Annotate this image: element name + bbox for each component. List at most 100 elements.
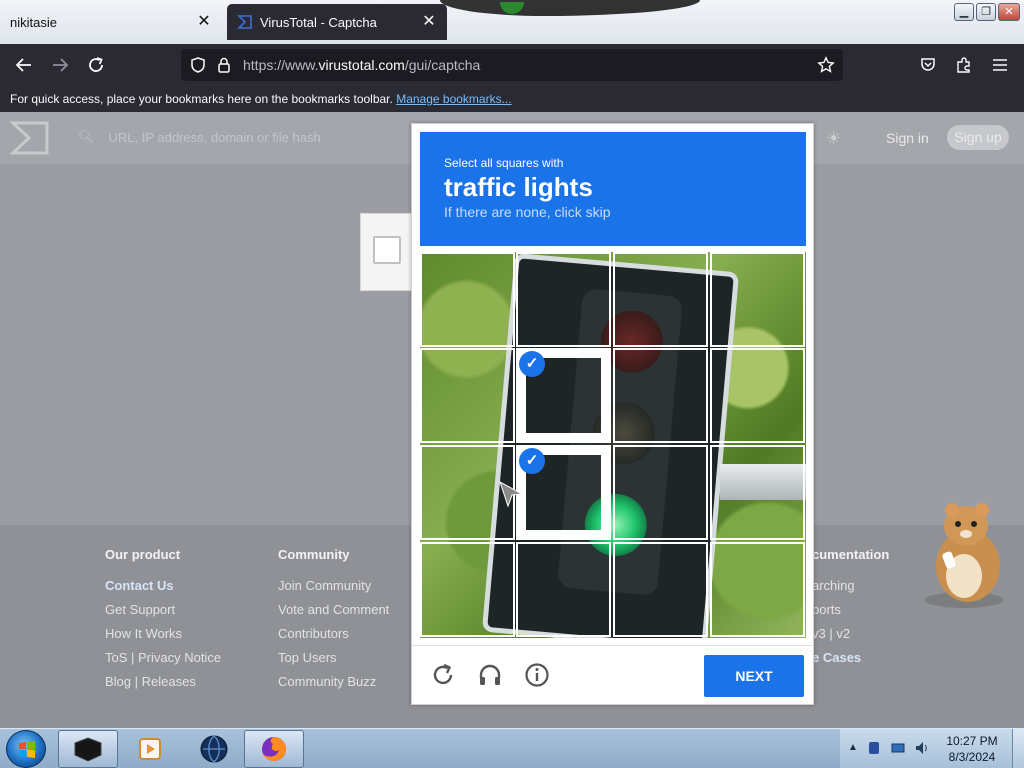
- headphones-icon[interactable]: [477, 662, 503, 688]
- restore-window-icon[interactable]: ❐: [976, 3, 996, 21]
- captcha-tile-15[interactable]: [613, 542, 708, 637]
- footer-link[interactable]: Join Community: [278, 578, 389, 595]
- captcha-tile-11[interactable]: [613, 445, 708, 540]
- tab-title: nikitasie: [10, 14, 57, 30]
- taskbar-app-cmd[interactable]: [58, 730, 118, 768]
- captcha-tile-16[interactable]: [710, 542, 805, 637]
- info-icon[interactable]: [524, 662, 550, 688]
- windows-taskbar: ▲ 10:27 PM 8/3/2024: [0, 728, 1024, 768]
- bookmarks-message: For quick access, place your bookmarks h…: [10, 92, 393, 106]
- taskbar-app-firefox[interactable]: [244, 730, 304, 768]
- footer-link[interactable]: Contributors: [278, 626, 389, 643]
- volume-icon[interactable]: [914, 740, 930, 756]
- footer-link[interactable]: Blog | Releases: [105, 674, 221, 691]
- captcha-tile-3[interactable]: [613, 252, 708, 347]
- captcha-target: traffic lights: [444, 172, 593, 202]
- captcha-tile-12[interactable]: [710, 445, 805, 540]
- network-icon[interactable]: [890, 740, 906, 756]
- browser-navigation-bar: https://www.virustotal.com/gui/captcha: [0, 44, 1024, 86]
- captcha-instruction: Select all squares with: [444, 156, 564, 170]
- show-hidden-icons-icon[interactable]: ▲: [848, 742, 858, 753]
- browser-tab-bar: nikitasie ✕ VirusTotal - Captcha ✕ ▁ ❐ ✕: [0, 0, 1024, 44]
- captcha-tile-13[interactable]: [420, 542, 515, 637]
- captcha-header: Select all squares with traffic lights I…: [420, 132, 806, 246]
- url-scheme: https://www.: [243, 57, 319, 73]
- close-tab-icon[interactable]: ✕: [196, 14, 212, 30]
- close-window-icon[interactable]: ✕: [998, 3, 1020, 21]
- url-text: https://www.virustotal.com/gui/captcha: [243, 57, 480, 73]
- sign-up-button[interactable]: Sign up: [947, 125, 1009, 150]
- footer-link[interactable]: e Cases: [812, 650, 889, 667]
- tab-virustotal-captcha[interactable]: VirusTotal - Captcha ✕: [227, 4, 447, 40]
- captcha-dialog: Select all squares with traffic lights I…: [411, 123, 814, 705]
- back-arrow-icon[interactable]: [10, 52, 38, 78]
- window-controls: ▁ ❐ ✕: [954, 3, 1020, 21]
- address-bar[interactable]: https://www.virustotal.com/gui/captcha: [181, 49, 843, 81]
- shield-tray-icon[interactable]: [866, 740, 882, 756]
- lock-icon[interactable]: [216, 56, 232, 74]
- tab-nikitasie[interactable]: nikitasie ✕: [0, 4, 222, 40]
- taskbar-app-media-player[interactable]: [120, 730, 180, 768]
- footer-column-community: Community Join Community Vote and Commen…: [278, 547, 389, 698]
- captcha-footer: NEXT: [412, 645, 813, 705]
- footer-link[interactable]: Vote and Comment: [278, 602, 389, 619]
- menu-hamburger-icon[interactable]: [986, 52, 1014, 78]
- virustotal-favicon-icon: [237, 15, 252, 29]
- mouse-cursor-icon: [499, 480, 524, 508]
- manage-bookmarks-link[interactable]: Manage bookmarks...: [396, 92, 511, 106]
- checkmark-icon: ✓: [519, 448, 545, 474]
- footer-link[interactable]: Top Users: [278, 650, 389, 667]
- search-icon: 🔍︎: [78, 129, 95, 144]
- footer-link[interactable]: arching: [812, 578, 889, 595]
- clock-date: 8/3/2024: [948, 750, 996, 764]
- reload-challenge-icon[interactable]: [430, 662, 456, 688]
- theme-toggle-sun-icon[interactable]: ☀: [826, 129, 841, 149]
- captcha-image-grid: ✓ ✓: [420, 252, 806, 638]
- bookmark-star-icon[interactable]: [817, 56, 835, 74]
- globe-icon: [200, 735, 228, 763]
- footer-link[interactable]: Get Support: [105, 602, 221, 619]
- forward-arrow-icon[interactable]: [46, 52, 74, 78]
- footer-link[interactable]: Community Buzz: [278, 674, 389, 691]
- virustotal-logo-icon[interactable]: [10, 120, 50, 156]
- close-tab-icon[interactable]: ✕: [421, 14, 437, 30]
- pocket-icon[interactable]: [914, 52, 942, 78]
- checkmark-icon: ✓: [519, 351, 545, 377]
- captcha-tile-2[interactable]: [516, 252, 611, 347]
- footer-link[interactable]: Contact Us: [105, 578, 221, 595]
- shield-icon[interactable]: [189, 56, 207, 74]
- taskbar-clock[interactable]: 10:27 PM 8/3/2024: [940, 733, 1004, 765]
- next-button[interactable]: NEXT: [704, 655, 804, 697]
- recaptcha-checkbox[interactable]: [373, 236, 401, 264]
- footer-link[interactable]: ports: [812, 602, 889, 619]
- captcha-tile-14[interactable]: [516, 542, 611, 637]
- page-search[interactable]: 🔍︎ URL, IP address, domain or file hash: [78, 129, 321, 145]
- show-desktop-button[interactable]: [1012, 729, 1024, 768]
- start-button[interactable]: [6, 730, 46, 768]
- windows-logo-icon: [19, 741, 35, 758]
- footer-link[interactable]: How It Works: [105, 626, 221, 643]
- captcha-tile-4[interactable]: [710, 252, 805, 347]
- media-player-icon: [139, 738, 161, 760]
- footer-column-our-product: Our product Contact Us Get Support How I…: [105, 547, 221, 698]
- reload-page-icon[interactable]: [82, 52, 110, 78]
- tab-title: VirusTotal - Captcha: [260, 14, 377, 30]
- minimize-window-icon[interactable]: ▁: [954, 3, 974, 21]
- extensions-puzzle-icon[interactable]: [950, 52, 978, 78]
- captcha-tile-5[interactable]: [420, 348, 515, 443]
- firefox-icon: [262, 737, 286, 761]
- taskbar-app-globe[interactable]: [184, 730, 244, 768]
- footer-column-documentation: cumentation arching ports v3 | v2 e Case…: [812, 547, 889, 674]
- footer-heading: cumentation: [812, 547, 890, 562]
- captcha-tile-7[interactable]: [613, 348, 708, 443]
- search-placeholder: URL, IP address, domain or file hash: [108, 129, 321, 145]
- url-path: /gui/captcha: [404, 57, 481, 73]
- captcha-tile-1[interactable]: [420, 252, 515, 347]
- sign-in-link[interactable]: Sign in: [886, 130, 929, 146]
- bookmarks-toolbar: For quick access, place your bookmarks h…: [0, 86, 1024, 112]
- footer-heading: Community: [278, 547, 350, 562]
- footer-link[interactable]: v3 | v2: [812, 626, 889, 643]
- footer-link[interactable]: ToS | Privacy Notice: [105, 650, 221, 667]
- hamster-mascot-image: [924, 503, 1004, 608]
- captcha-tile-8[interactable]: [710, 348, 805, 443]
